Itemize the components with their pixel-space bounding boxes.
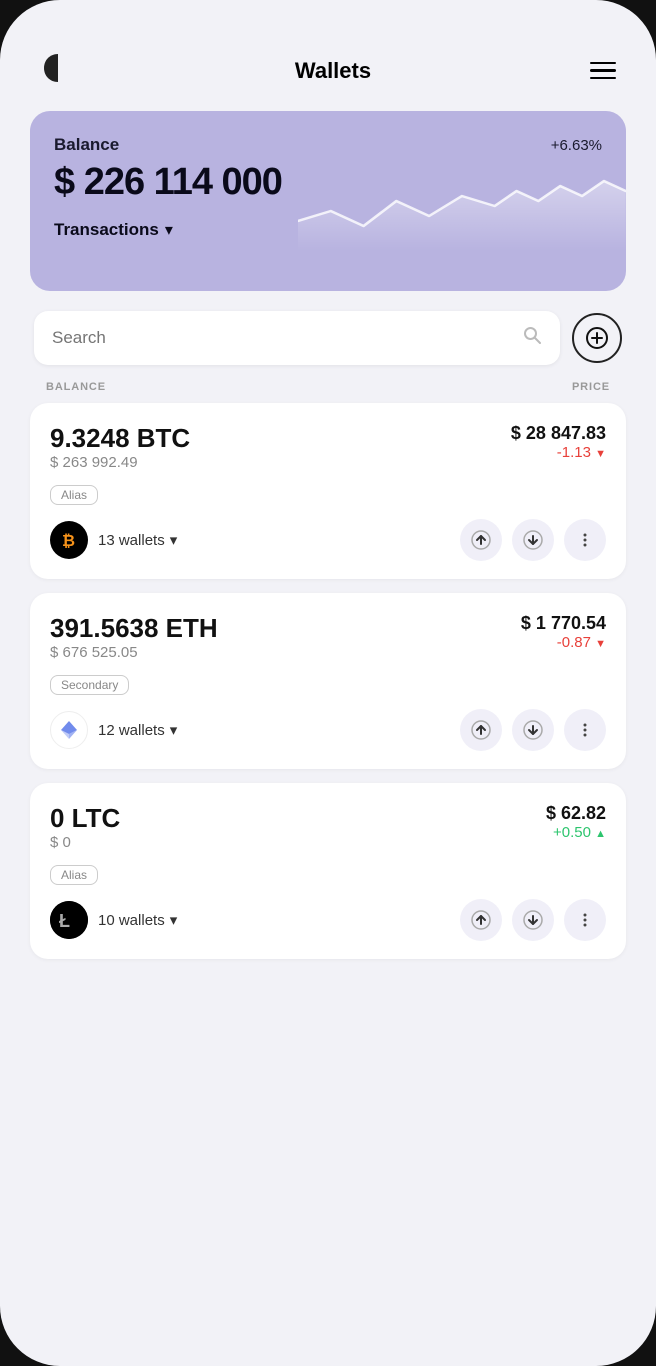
btc-actions <box>460 519 606 561</box>
eth-usd: $ 676 525.05 <box>50 644 218 661</box>
eth-send-button[interactable] <box>460 709 502 751</box>
chevron-down-icon: ▾ <box>170 721 178 739</box>
eth-actions <box>460 709 606 751</box>
add-button[interactable] <box>572 313 622 363</box>
btc-card: 9.3248 BTC $ 263 992.49 $ 28 847.83 -1.1… <box>30 403 626 579</box>
ltc-actions <box>460 899 606 941</box>
btc-identity: ₿ 13 wallets ▾ <box>50 521 177 559</box>
eth-wallet-count: 12 wallets ▾ <box>98 721 177 739</box>
logo <box>40 50 76 91</box>
ltc-identity: Ł 10 wallets ▾ <box>50 901 177 939</box>
balance-label: Balance <box>54 135 119 155</box>
chevron-down-icon: ▾ <box>170 911 178 929</box>
ltc-wallet-count: 10 wallets ▾ <box>98 911 177 929</box>
balance-column-header: BALANCE <box>46 381 106 393</box>
ltc-balance: 0 LTC <box>50 803 120 834</box>
ltc-usd: $ 0 <box>50 834 120 851</box>
ltc-price: $ 62.82 <box>546 803 606 824</box>
ltc-receive-button[interactable] <box>512 899 554 941</box>
btc-usd: $ 263 992.49 <box>50 454 190 471</box>
app-header: Wallets <box>30 50 626 111</box>
btc-change: -1.13 <box>511 444 606 461</box>
price-column-header: PRICE <box>572 381 610 393</box>
btc-alias-badge: Alias <box>50 485 98 505</box>
menu-button[interactable] <box>590 62 616 80</box>
ltc-logo: Ł <box>50 901 88 939</box>
search-row <box>30 311 626 365</box>
btc-receive-button[interactable] <box>512 519 554 561</box>
eth-card: 391.5638 ETH $ 676 525.05 $ 1 770.54 -0.… <box>30 593 626 769</box>
svg-text:Ł: Ł <box>59 911 70 931</box>
eth-logo <box>50 711 88 749</box>
column-headers: BALANCE PRICE <box>30 381 626 393</box>
btc-wallet-count: 13 wallets ▾ <box>98 531 177 549</box>
eth-receive-button[interactable] <box>512 709 554 751</box>
search-box <box>34 311 560 365</box>
btc-more-button[interactable] <box>564 519 606 561</box>
ltc-more-button[interactable] <box>564 899 606 941</box>
btc-send-button[interactable] <box>460 519 502 561</box>
transactions-label: Transactions <box>54 220 159 240</box>
svg-text:₿: ₿ <box>62 532 75 550</box>
chevron-down-icon: ▾ <box>165 220 173 240</box>
eth-balance: 391.5638 ETH <box>50 613 218 644</box>
ltc-card: 0 LTC $ 0 $ 62.82 +0.50 Alias Ł <box>30 783 626 959</box>
search-icon <box>522 325 542 351</box>
ltc-alias-badge: Alias <box>50 865 98 885</box>
ltc-send-button[interactable] <box>460 899 502 941</box>
ltc-change: +0.50 <box>546 824 606 841</box>
chevron-down-icon: ▾ <box>170 531 178 549</box>
eth-change: -0.87 <box>521 634 606 651</box>
btc-price: $ 28 847.83 <box>511 423 606 444</box>
eth-price: $ 1 770.54 <box>521 613 606 634</box>
balance-chart <box>298 141 626 251</box>
eth-more-button[interactable] <box>564 709 606 751</box>
eth-identity: 12 wallets ▾ <box>50 711 177 749</box>
btc-logo: ₿ <box>50 521 88 559</box>
btc-balance: 9.3248 BTC <box>50 423 190 454</box>
page-title: Wallets <box>295 58 371 84</box>
search-input[interactable] <box>52 328 512 348</box>
balance-card: Balance +6.63% $ 226 114 000 Transaction… <box>30 111 626 291</box>
eth-alias-badge: Secondary <box>50 675 129 695</box>
